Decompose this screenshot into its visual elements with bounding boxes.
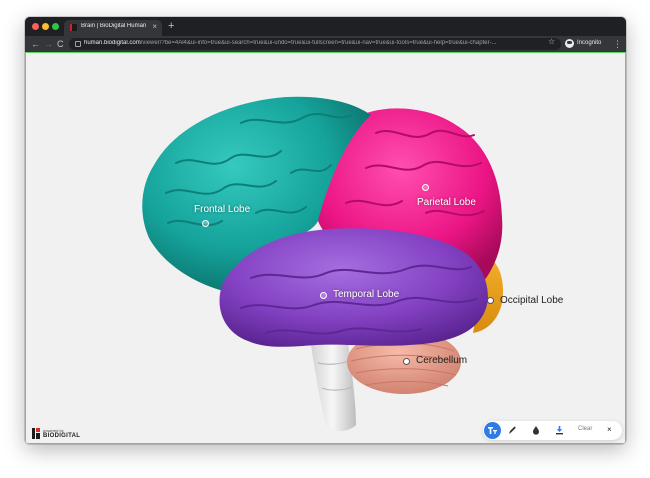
label-tool-icon [488, 427, 497, 434]
zoom-window-button[interactable] [52, 23, 59, 30]
favicon-icon [70, 24, 77, 31]
annotation-frontal-lobe-pin[interactable] [202, 220, 209, 227]
brain-model[interactable] [26, 53, 625, 443]
browser-window: Brain | BioDigital Human Platfo × + ← → … [25, 17, 626, 444]
close-tools-icon[interactable]: × [607, 425, 612, 435]
brand-name: BIODIGITAL [43, 433, 81, 439]
tab-title: Brain | BioDigital Human Platfo [81, 23, 147, 29]
back-button[interactable]: ← [31, 37, 40, 51]
pen-icon [509, 426, 516, 434]
tab-biodigital[interactable]: Brain | BioDigital Human Platfo × [64, 20, 162, 36]
annotation-parietal-lobe-label[interactable]: Parietal Lobe [417, 197, 476, 208]
biodigital-logo[interactable]: powered by BIODIGITAL [32, 427, 92, 441]
new-tab-button[interactable]: + [168, 19, 174, 33]
biodigital-logo-icon [32, 428, 40, 439]
annotation-frontal-lobe-label[interactable]: Frontal Lobe [194, 204, 250, 215]
close-window-button[interactable] [32, 23, 39, 30]
url-host: human.biodigital.com [84, 40, 141, 46]
reload-button[interactable]: C [57, 37, 64, 51]
annotation-parietal-lobe-pin[interactable] [422, 184, 429, 191]
tab-close-icon[interactable]: × [152, 22, 157, 32]
url-path: /viewer/?be=4Al4&ui-info=true&ui-search=… [140, 40, 497, 46]
incognito-icon[interactable] [565, 39, 574, 48]
lock-icon [75, 41, 81, 47]
minimize-window-button[interactable] [42, 23, 49, 30]
3d-viewer[interactable]: Frontal Lobe Parietal Lobe Temporal Lobe… [25, 52, 626, 444]
label-tool-button[interactable] [484, 422, 501, 439]
annotation-occipital-lobe-label[interactable]: Occipital Lobe [500, 295, 563, 306]
tab-strip: Brain | BioDigital Human Platfo × + [25, 17, 626, 36]
browser-toolbar: ← → C human.biodigital.com/viewer/?be=4A… [25, 36, 626, 52]
color-drop-icon [533, 426, 539, 435]
annotation-temporal-lobe-pin[interactable] [320, 292, 327, 299]
forward-button[interactable]: → [44, 37, 53, 51]
clear-button[interactable]: Clear [578, 426, 592, 432]
annotation-cerebellum-label[interactable]: Cerebellum [416, 355, 467, 366]
url-text[interactable]: human.biodigital.com/viewer/?be=4Al4&ui-… [84, 40, 554, 46]
annotation-temporal-lobe-label[interactable]: Temporal Lobe [333, 289, 399, 300]
annotation-toolbar: Clear × [483, 421, 622, 440]
browser-menu-icon[interactable]: ⋮ [613, 37, 622, 51]
download-icon [556, 426, 563, 435]
incognito-label[interactable]: Incognito [577, 40, 601, 46]
annotation-cerebellum-pin[interactable] [403, 358, 410, 365]
brainstem [309, 333, 356, 431]
annotation-occipital-lobe-pin[interactable] [487, 297, 494, 304]
bookmark-star-icon[interactable]: ☆ [548, 37, 555, 47]
address-bar[interactable]: human.biodigital.com/viewer/?be=4Al4&ui-… [69, 38, 561, 50]
